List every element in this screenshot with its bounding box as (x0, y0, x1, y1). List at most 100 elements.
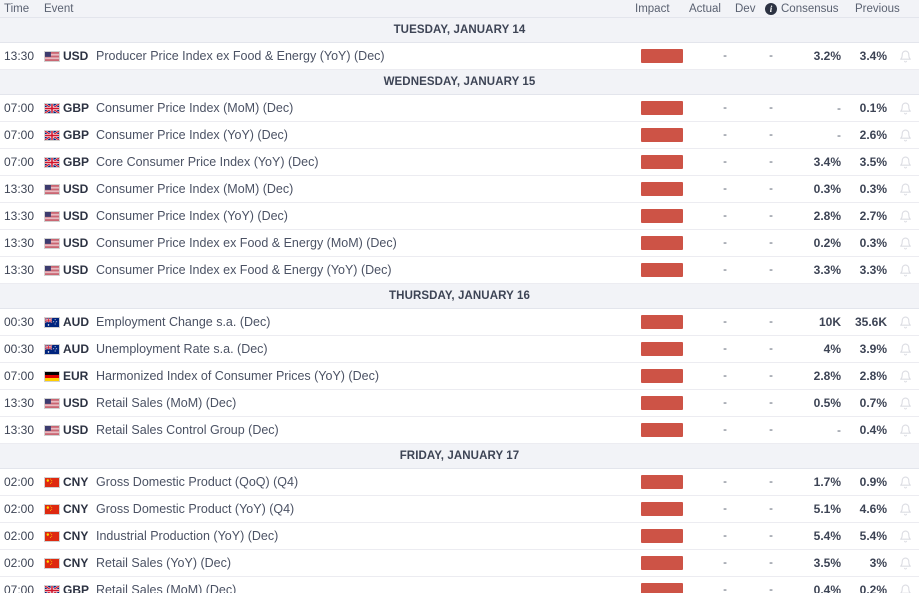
event-row[interactable]: 02:00 CNY Gross Domestic Product (YoY) (… (0, 496, 919, 523)
event-dev-value: - (741, 476, 787, 488)
event-title[interactable]: Consumer Price Index (YoY) (Dec) (90, 209, 641, 223)
event-previous-value: 0.4% (841, 423, 891, 437)
event-alert-button[interactable] (891, 237, 919, 250)
event-dev-value: - (741, 584, 787, 593)
event-alert-button[interactable] (891, 557, 919, 570)
column-header-actual[interactable]: Actual (689, 3, 735, 15)
event-title[interactable]: Retail Sales (MoM) (Dec) (90, 583, 641, 593)
event-currency-cell: CNY (44, 529, 90, 543)
event-currency-cell: USD (44, 182, 90, 196)
event-time: 13:30 (0, 396, 44, 410)
event-row[interactable]: 07:00 EUR Harmonized Index of Consumer P… (0, 363, 919, 390)
event-alert-button[interactable] (891, 424, 919, 437)
impact-bar-high (641, 502, 683, 516)
event-title[interactable]: Consumer Price Index (MoM) (Dec) (90, 101, 641, 115)
event-row[interactable]: 13:30 USD Consumer Price Index (MoM) (De… (0, 176, 919, 203)
event-alert-button[interactable] (891, 503, 919, 516)
gb-flag-icon (44, 157, 60, 168)
column-header-time[interactable]: Time (0, 3, 44, 15)
event-alert-button[interactable] (891, 530, 919, 543)
impact-bar-high (641, 369, 683, 383)
event-title[interactable]: Retail Sales (YoY) (Dec) (90, 556, 641, 570)
event-consensus-value: 3.5% (787, 556, 841, 570)
column-header-dev[interactable]: Dev (735, 3, 761, 15)
event-currency-cell: CNY (44, 502, 90, 516)
event-row[interactable]: 02:00 CNY Gross Domestic Product (QoQ) (… (0, 469, 919, 496)
event-values-group: - - 2.8% 2.7% (641, 209, 919, 223)
event-impact-cell (641, 236, 695, 250)
dev-info-tooltip-button[interactable]: i (761, 3, 781, 15)
event-row[interactable]: 13:30 USD Consumer Price Index (YoY) (De… (0, 203, 919, 230)
event-currency-code: USD (63, 209, 88, 223)
event-row[interactable]: 00:30 AUD Unemployment (0, 336, 919, 363)
event-title[interactable]: Retail Sales (MoM) (Dec) (90, 396, 641, 410)
event-previous-value: 2.7% (841, 209, 891, 223)
event-title[interactable]: Consumer Price Index ex Food & Energy (M… (90, 236, 641, 250)
event-alert-button[interactable] (891, 50, 919, 63)
event-values-group: - - 0.5% 0.7% (641, 396, 919, 410)
event-alert-button[interactable] (891, 370, 919, 383)
event-title[interactable]: Harmonized Index of Consumer Prices (YoY… (90, 369, 641, 383)
event-alert-button[interactable] (891, 397, 919, 410)
event-title[interactable]: Industrial Production (YoY) (Dec) (90, 529, 641, 543)
column-header-event[interactable]: Event (44, 3, 635, 15)
event-alert-button[interactable] (891, 156, 919, 169)
event-alert-button[interactable] (891, 210, 919, 223)
event-impact-cell (641, 49, 695, 63)
event-consensus-value: 4% (787, 342, 841, 356)
event-impact-cell (641, 315, 695, 329)
event-dev-value: - (741, 156, 787, 168)
event-row[interactable]: 07:00 GBP Consumer Price Index (MoM) (De… (0, 95, 919, 122)
event-row[interactable]: 07:00 GBP Retail Sales (MoM) (Dec) - - (0, 577, 919, 593)
column-header-consensus[interactable]: Consensus (781, 3, 855, 15)
event-title[interactable]: Consumer Price Index (YoY) (Dec) (90, 128, 641, 142)
event-row[interactable]: 07:00 GBP Consumer Price Index (YoY) (De… (0, 122, 919, 149)
event-impact-cell (641, 529, 695, 543)
event-alert-button[interactable] (891, 343, 919, 356)
event-row[interactable]: 00:30 AUD Employment Ch (0, 309, 919, 336)
event-alert-button[interactable] (891, 584, 919, 593)
event-currency-cell: USD (44, 263, 90, 277)
event-impact-cell (641, 209, 695, 223)
event-alert-button[interactable] (891, 264, 919, 277)
event-row[interactable]: 02:00 CNY Retail Sales (YoY) (Dec) (0, 550, 919, 577)
event-title[interactable]: Unemployment Rate s.a. (Dec) (90, 342, 641, 356)
event-impact-cell (641, 502, 695, 516)
event-row[interactable]: 13:30 USD Consumer Price Index ex Food &… (0, 230, 919, 257)
event-alert-button[interactable] (891, 316, 919, 329)
event-actual-value: - (695, 156, 741, 168)
event-row[interactable]: 13:30 USD Retail Sales (MoM) (Dec) (0, 390, 919, 417)
event-title[interactable]: Gross Domestic Product (QoQ) (Q4) (90, 475, 641, 489)
event-alert-button[interactable] (891, 129, 919, 142)
event-actual-value: - (695, 343, 741, 355)
event-title[interactable]: Employment Change s.a. (Dec) (90, 315, 641, 329)
impact-bar-high (641, 583, 683, 593)
event-time: 13:30 (0, 182, 44, 196)
event-row[interactable]: 13:30 USD Retail Sales Control Group (De… (0, 417, 919, 444)
event-time: 07:00 (0, 155, 44, 169)
event-consensus-value: - (787, 101, 841, 115)
event-row[interactable]: 07:00 GBP Core Consumer Price Index (YoY… (0, 149, 919, 176)
event-row[interactable]: 13:30 USD Consumer Price Index ex Food &… (0, 257, 919, 284)
event-title[interactable]: Consumer Price Index ex Food & Energy (Y… (90, 263, 641, 277)
day-separator-row: FRIDAY, JANUARY 17 (0, 444, 919, 469)
column-header-impact[interactable]: Impact (635, 3, 689, 15)
event-title[interactable]: Core Consumer Price Index (YoY) (Dec) (90, 155, 641, 169)
event-alert-button[interactable] (891, 476, 919, 489)
event-dev-value: - (741, 370, 787, 382)
event-alert-button[interactable] (891, 183, 919, 196)
event-row[interactable]: 13:30 USD Producer Price Index ex Food &… (0, 43, 919, 70)
event-title[interactable]: Producer Price Index ex Food & Energy (Y… (90, 49, 641, 63)
event-title[interactable]: Retail Sales Control Group (Dec) (90, 423, 641, 437)
event-title[interactable]: Consumer Price Index (MoM) (Dec) (90, 182, 641, 196)
event-time: 13:30 (0, 423, 44, 437)
event-actual-value: - (695, 370, 741, 382)
event-title[interactable]: Gross Domestic Product (YoY) (Q4) (90, 502, 641, 516)
event-alert-button[interactable] (891, 102, 919, 115)
event-row[interactable]: 02:00 CNY Industrial Production (YoY) (D… (0, 523, 919, 550)
column-header-previous[interactable]: Previous (855, 3, 919, 15)
event-currency-code: GBP (63, 155, 89, 169)
event-time: 13:30 (0, 49, 44, 63)
event-dev-value: - (741, 237, 787, 249)
event-currency-code: CNY (63, 556, 88, 570)
